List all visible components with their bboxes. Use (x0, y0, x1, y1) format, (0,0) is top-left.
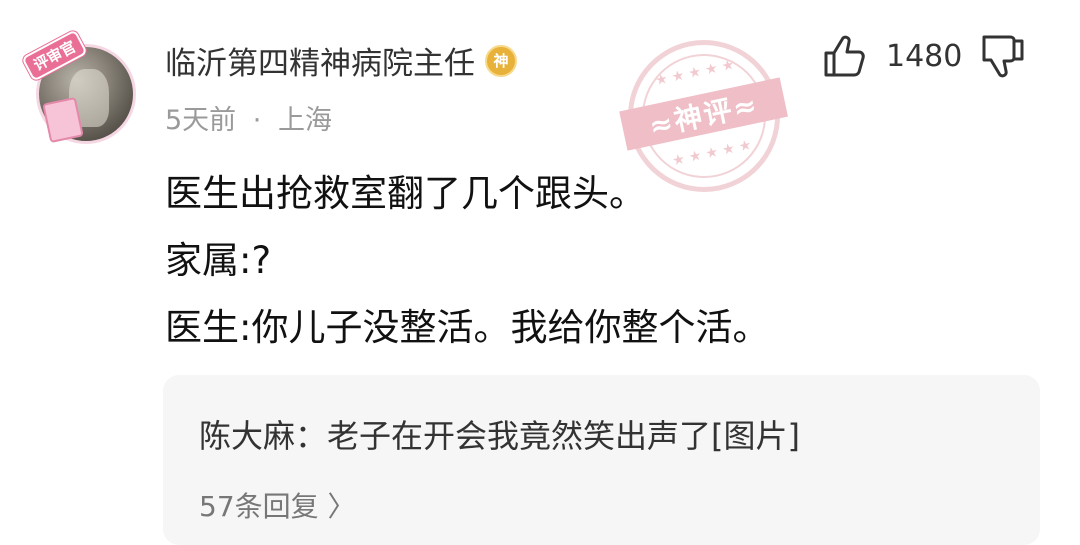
comment-body[interactable]: 医生出抢救室翻了几个跟头。 家属:? 医生:你儿子没整活。我给你整个活。 (165, 160, 769, 361)
top-reply-colon: ： (295, 417, 328, 455)
top-reply[interactable]: 陈大麻：老子在开会我竟然笑出声了[图片] (199, 411, 800, 457)
thumbs-down-icon[interactable] (980, 33, 1026, 79)
top-reply-author[interactable]: 陈大麻 (199, 417, 295, 455)
comment-line: 医生出抢救室翻了几个跟头。 (165, 172, 646, 215)
meta-separator: · (252, 105, 262, 136)
like-controls: 1480 (822, 34, 1026, 78)
top-reply-text: 老子在开会我竟然笑出声了[图片] (327, 417, 801, 455)
comment-author[interactable]: 临沂第四精神病院主任 神 (165, 38, 517, 83)
thumbs-up-icon[interactable] (822, 33, 868, 79)
comment-line: 医生:你儿子没整活。我给你整个活。 (165, 306, 770, 349)
reply-count-label: 57条回复 (199, 490, 319, 523)
comment-location: 上海 (277, 105, 332, 136)
comment-time: 5天前 (165, 105, 237, 136)
comment-meta: 5天前 · 上海 (165, 98, 332, 137)
reply-preview-box[interactable]: 陈大麻：老子在开会我竟然笑出声了[图片] 57条回复 〉 (163, 375, 1040, 545)
avatar[interactable]: 评审官 (21, 29, 142, 150)
comment-line: 家属:? (165, 239, 272, 282)
username[interactable]: 临沂第四精神病院主任 (165, 38, 475, 83)
like-count: 1480 (886, 38, 963, 74)
chevron-right-icon: 〉 (327, 490, 356, 523)
view-replies-link[interactable]: 57条回复 〉 (199, 485, 356, 525)
god-comment-badge-icon: 神 (485, 44, 517, 77)
